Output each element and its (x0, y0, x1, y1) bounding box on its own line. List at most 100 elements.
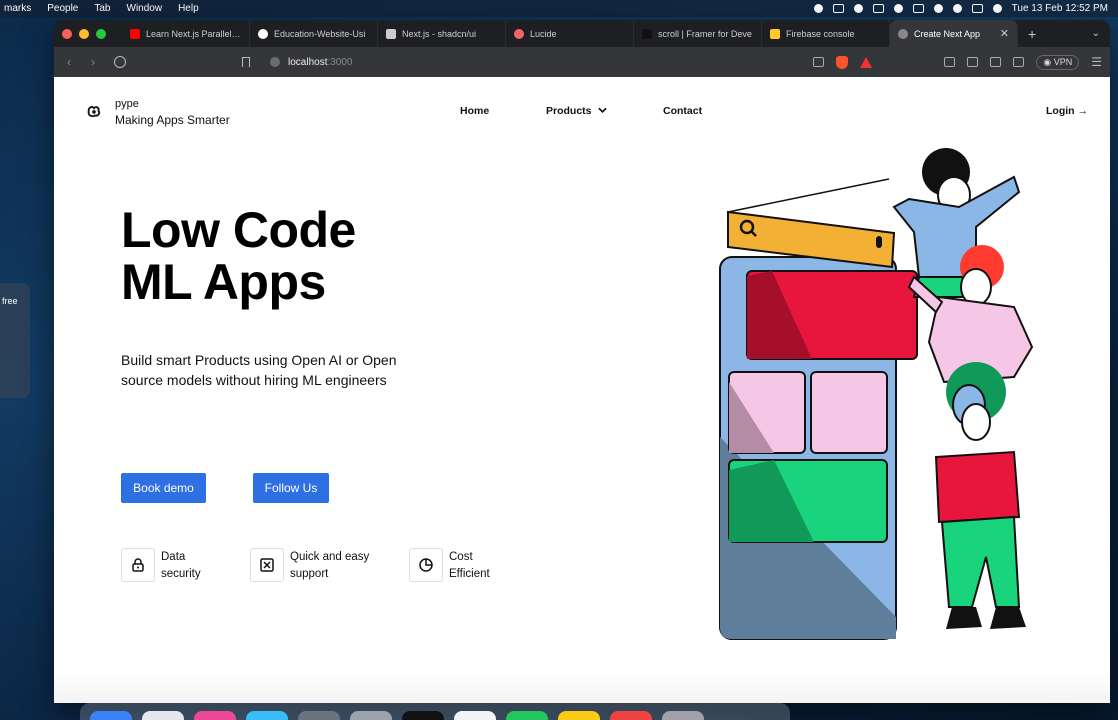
shadcn-icon (386, 28, 396, 39)
tab-education-website[interactable]: Education-Website-Usi (250, 20, 378, 47)
feature-label: Quick and easy support (290, 551, 370, 580)
desktop-side-widget: free (0, 283, 30, 398)
messages-icon[interactable] (506, 711, 548, 720)
reload-icon[interactable] (114, 56, 126, 68)
tab-shadcn[interactable]: Next.js - shadcn/ui (378, 20, 506, 47)
search-icon[interactable] (952, 4, 962, 13)
tab-label: Firebase console (786, 28, 855, 39)
tab-search-icon[interactable]: ⌄ (1092, 28, 1100, 39)
brand-tagline: Making Apps Smarter (115, 113, 230, 127)
nav-home[interactable]: Home (460, 105, 489, 117)
people-stack-figure (892, 148, 1034, 629)
window-controls (62, 28, 106, 39)
address-bar-row: ‹ › localhost:3000 ◉ VPN ☰ (54, 47, 1110, 77)
sidebar-icon[interactable] (990, 57, 1002, 67)
tab-learn-nextjs[interactable]: Learn Next.js Parallel Ro (122, 20, 250, 47)
follow-us-button[interactable]: Follow Us (253, 473, 329, 503)
youtube-icon (130, 28, 140, 39)
feature-icon-box (409, 548, 443, 582)
user-icon[interactable] (893, 4, 903, 13)
site-info-icon[interactable] (270, 57, 280, 67)
control-center-icon[interactable] (971, 4, 983, 13)
close-window-button[interactable] (62, 28, 72, 39)
tab-framer[interactable]: scroll | Framer for Deve (634, 20, 762, 47)
framer-icon (642, 28, 652, 39)
moon-icon[interactable] (853, 4, 863, 13)
minimize-window-button[interactable] (79, 28, 89, 39)
settings-icon[interactable] (298, 711, 340, 720)
menubar-clock[interactable]: Tue 13 Feb 12:52 PM (1012, 3, 1108, 14)
safari-icon[interactable] (142, 711, 184, 720)
lucide-icon (514, 28, 524, 39)
extensions-icon[interactable] (944, 57, 956, 67)
lock-icon (132, 558, 144, 572)
feature-label: Data security (161, 551, 201, 580)
web-page: pype Making Apps Smarter Home Products C… (54, 77, 1110, 703)
app-icon[interactable] (610, 711, 652, 720)
firebase-icon (770, 28, 780, 39)
music-icon[interactable] (194, 711, 236, 720)
brand-name: pype (115, 98, 139, 110)
battery-icon[interactable] (832, 4, 844, 13)
address-field[interactable]: localhost:3000 (260, 51, 803, 73)
zoom-window-button[interactable] (96, 28, 106, 39)
hero-subtitle: Build smart Products using Open AI or Op… (121, 352, 397, 388)
finder-icon[interactable] (90, 711, 132, 720)
tab-label: Next.js - shadcn/ui (402, 28, 477, 39)
nav-contact[interactable]: Contact (663, 105, 702, 117)
utility-icon[interactable] (350, 711, 392, 720)
record-icon[interactable] (813, 4, 823, 13)
menu-icon[interactable]: ☰ (1091, 55, 1102, 69)
close-tab-icon[interactable]: ✕ (1000, 27, 1009, 40)
share-icon[interactable] (813, 57, 825, 67)
pie-chart-icon (419, 558, 433, 572)
book-demo-button[interactable]: Book demo (121, 473, 206, 503)
menu-item-bookmarks[interactable]: marks (4, 3, 31, 14)
app-store-icon[interactable] (246, 711, 288, 720)
wifi-icon[interactable] (933, 4, 943, 13)
hero-title-line1: Low Code (121, 202, 356, 258)
bookmark-icon[interactable] (242, 57, 250, 67)
github-icon (258, 28, 268, 39)
menu-item-tab[interactable]: Tab (94, 3, 110, 14)
menu-item-help[interactable]: Help (178, 3, 199, 14)
brave-rewards-icon[interactable] (860, 56, 873, 68)
nav-products[interactable]: Products (546, 105, 608, 117)
vpn-label: VPN (1053, 56, 1073, 67)
volume-icon[interactable] (912, 4, 924, 13)
display-icon[interactable] (872, 4, 884, 13)
chevron-down-icon (598, 107, 608, 113)
brand[interactable]: pype Making Apps Smarter (85, 96, 230, 129)
trash-icon[interactable] (662, 711, 704, 720)
forward-button[interactable]: › (86, 55, 100, 69)
menu-item-window[interactable]: Window (127, 3, 163, 14)
tab-label: Education-Website-Usi (274, 28, 366, 39)
tab-lucide[interactable]: Lucide (506, 20, 634, 47)
new-tab-button[interactable]: + (1018, 26, 1046, 42)
microphone-icon (876, 236, 882, 248)
tab-label: Create Next App (914, 28, 981, 39)
back-button[interactable]: ‹ (62, 55, 76, 69)
tab-firebase[interactable]: Firebase console (762, 20, 890, 47)
feature-cost-efficient: Cost Efficient (409, 548, 504, 583)
tab-create-next-app[interactable]: Create Next App ✕ (890, 20, 1018, 47)
login-link[interactable]: Login → (1046, 105, 1088, 117)
hero-title-line2: ML Apps (121, 254, 326, 310)
pink-card-right (810, 371, 888, 454)
hero-illustration (719, 148, 1034, 640)
siri-icon[interactable] (992, 4, 1002, 13)
wallet-icon[interactable] (1013, 57, 1025, 67)
page-bottom-fade (54, 673, 1110, 703)
terminal-icon[interactable] (402, 711, 444, 720)
vpn-button[interactable]: ◉ VPN (1036, 54, 1080, 70)
notes-icon[interactable] (558, 711, 600, 720)
tab-label: Learn Next.js Parallel Ro (146, 28, 241, 39)
feature-icon-box (250, 548, 284, 582)
nav-products-label: Products (546, 105, 592, 117)
chrome-icon[interactable] (454, 711, 496, 720)
side-widget-text: free (2, 296, 18, 306)
menu-item-people[interactable]: People (47, 3, 78, 14)
close-square-icon (260, 558, 274, 572)
brave-shields-icon[interactable] (836, 55, 849, 69)
download-icon[interactable] (967, 57, 979, 67)
